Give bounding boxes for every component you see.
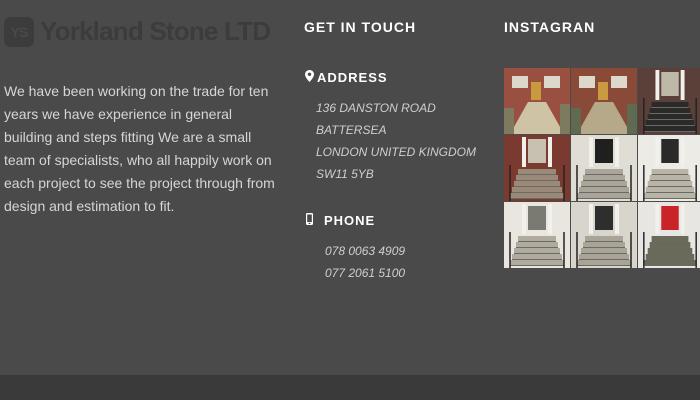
photo-brick-house-garden[interactable] [571,68,637,134]
address-line-1: 136 DANSTON ROAD [316,101,436,115]
steps-photo-icon [638,68,700,134]
photo-grey-steps-railings[interactable] [571,202,637,268]
photo-white-porch-steps[interactable] [638,135,700,201]
instagram-title: INSTAGRAN [504,19,596,35]
address-line-2: BATTERSEA [316,123,387,137]
photo-white-pillars-steps[interactable] [504,202,570,268]
footer-main: YS Yorkland Stone LTD We have been worki… [0,0,700,375]
steps-photo-icon [571,135,637,201]
phone-heading: PHONE [306,213,375,228]
address-line-4: SW11 5YB [316,167,374,181]
phone-number-2[interactable]: 077 2061 5100 [325,266,405,280]
steps-photo-icon [504,202,570,268]
brand-name: Yorkland Stone LTD [40,16,271,46]
brand-logo[interactable]: YS Yorkland Stone LTD [4,16,271,47]
instagram-feed [504,68,700,268]
house-photo-icon [571,68,637,134]
photo-stone-steps-railings[interactable] [638,68,700,134]
address-title: ADDRESS [317,70,388,85]
steps-photo-icon [638,135,700,201]
photo-white-steps-black-door[interactable] [571,135,637,201]
logo-icon: YS [4,16,34,47]
footer-bottom-bar [0,375,700,400]
mobile-phone-icon [306,213,313,228]
photo-brick-house-path[interactable] [504,68,570,134]
get-in-touch-title: GET IN TOUCH [304,19,417,35]
steps-photo-icon [504,135,570,201]
photo-red-door-steps[interactable] [638,202,700,268]
address-heading: ADDRESS [305,70,388,85]
house-photo-icon [504,68,570,134]
address-line-3: LONDON UNITED KINGDOM [316,145,477,159]
logo-icon-text: YS [10,23,29,40]
steps-photo-icon [571,202,637,268]
steps-photo-icon [638,202,700,268]
about-text: We have been working on the trade for te… [4,83,275,214]
phone-title: PHONE [324,213,376,228]
phone-number-1[interactable]: 078 0063 4909 [325,244,405,258]
photo-brick-steps-door[interactable] [504,135,570,201]
map-pin-icon [305,70,314,85]
